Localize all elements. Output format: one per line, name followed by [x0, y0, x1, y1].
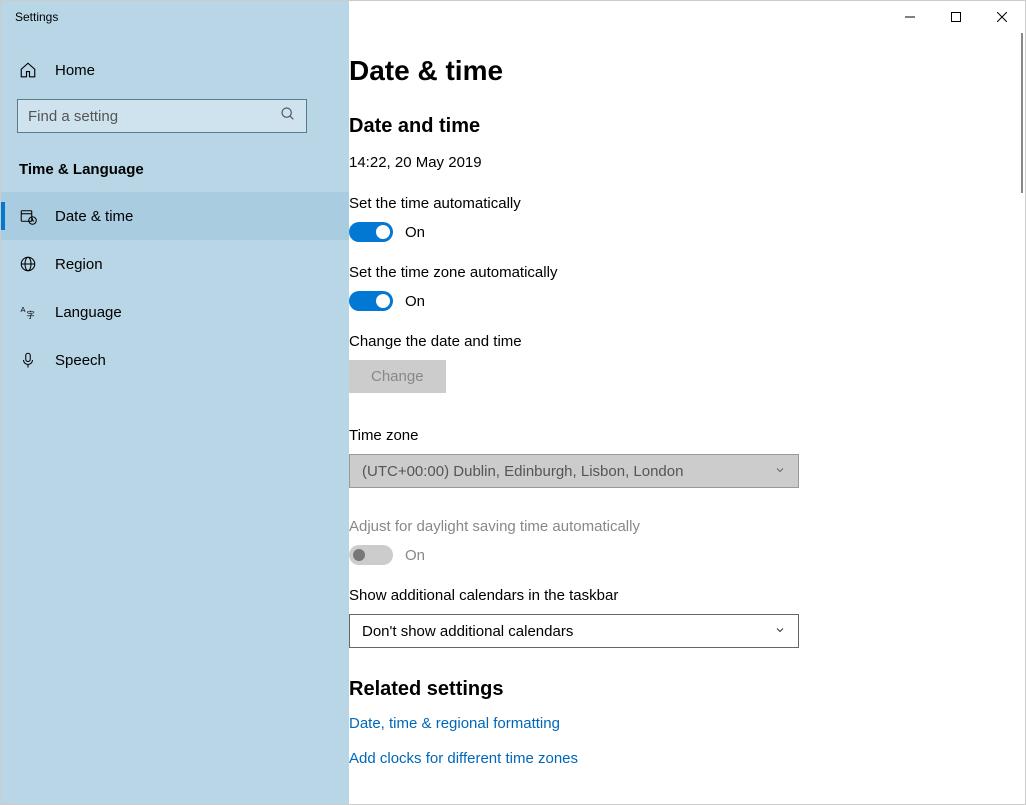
- dst-state: On: [405, 547, 425, 564]
- related-settings-header: Related settings: [349, 678, 1009, 701]
- sidebar-item-speech[interactable]: Speech: [1, 336, 349, 384]
- timezone-dropdown: (UTC+00:00) Dublin, Edinburgh, Lisbon, L…: [349, 454, 799, 488]
- sidebar-item-date-time[interactable]: Date & time: [1, 192, 349, 240]
- search-box[interactable]: [17, 99, 307, 133]
- set-time-auto-state: On: [405, 224, 425, 241]
- set-tz-auto-toggle-row: On: [349, 291, 1009, 311]
- link-formatting[interactable]: Date, time & regional formatting: [349, 715, 1009, 732]
- svg-text:A: A: [21, 305, 26, 314]
- sidebar-item-language[interactable]: A字 Language: [1, 288, 349, 336]
- sidebar-item-label: Language: [55, 304, 122, 321]
- sidebar-item-label: Region: [55, 256, 103, 273]
- extra-cal-label: Show additional calendars in the taskbar: [349, 587, 1009, 604]
- sidebar-section-header: Time & Language: [1, 133, 349, 192]
- change-dt-label: Change the date and time: [349, 333, 1009, 350]
- current-datetime: 14:22, 20 May 2019: [349, 154, 1009, 171]
- sidebar-item-label: Speech: [55, 352, 106, 369]
- set-time-auto-toggle[interactable]: [349, 222, 393, 242]
- home-icon: [19, 61, 37, 79]
- titlebar: Settings: [1, 1, 1025, 33]
- extra-cal-dropdown[interactable]: Don't show additional calendars: [349, 614, 799, 648]
- link-add-clocks[interactable]: Add clocks for different time zones: [349, 750, 1009, 767]
- set-tz-auto-label: Set the time zone automatically: [349, 264, 1009, 281]
- set-time-auto-label: Set the time automatically: [349, 195, 1009, 212]
- section-date-time: Date and time: [349, 115, 1009, 138]
- search-input[interactable]: [28, 108, 270, 125]
- chevron-down-icon: [774, 464, 786, 479]
- svg-text:字: 字: [27, 310, 35, 320]
- timezone-value: (UTC+00:00) Dublin, Edinburgh, Lisbon, L…: [362, 463, 683, 480]
- dst-toggle-row: On: [349, 545, 1009, 565]
- set-tz-auto-toggle[interactable]: [349, 291, 393, 311]
- language-icon: A字: [19, 303, 37, 321]
- sidebar: Home Time & Language Date & time Region: [1, 33, 349, 804]
- nav-home[interactable]: Home: [1, 51, 349, 89]
- page-title: Date & time: [349, 55, 1009, 87]
- close-button[interactable]: [979, 1, 1025, 33]
- globe-icon: [19, 255, 37, 273]
- dst-label: Adjust for daylight saving time automati…: [349, 518, 1009, 535]
- sidebar-item-region[interactable]: Region: [1, 240, 349, 288]
- search-icon: [280, 106, 296, 127]
- set-tz-auto-state: On: [405, 293, 425, 310]
- change-button: Change: [349, 360, 446, 393]
- content-area: Date & time Date and time 14:22, 20 May …: [349, 33, 1025, 804]
- scrollbar[interactable]: [1021, 33, 1023, 193]
- search-wrap: [1, 89, 349, 133]
- extra-cal-value: Don't show additional calendars: [362, 623, 573, 640]
- set-time-auto-toggle-row: On: [349, 222, 1009, 242]
- timezone-label: Time zone: [349, 427, 1009, 444]
- nav-home-label: Home: [55, 62, 95, 79]
- dst-toggle: [349, 545, 393, 565]
- calendar-clock-icon: [19, 207, 37, 225]
- sidebar-item-label: Date & time: [55, 208, 133, 225]
- window-title: Settings: [1, 10, 349, 24]
- window-controls: [349, 1, 1025, 33]
- maximize-button[interactable]: [933, 1, 979, 33]
- minimize-button[interactable]: [887, 1, 933, 33]
- microphone-icon: [19, 351, 37, 369]
- chevron-down-icon: [774, 624, 786, 639]
